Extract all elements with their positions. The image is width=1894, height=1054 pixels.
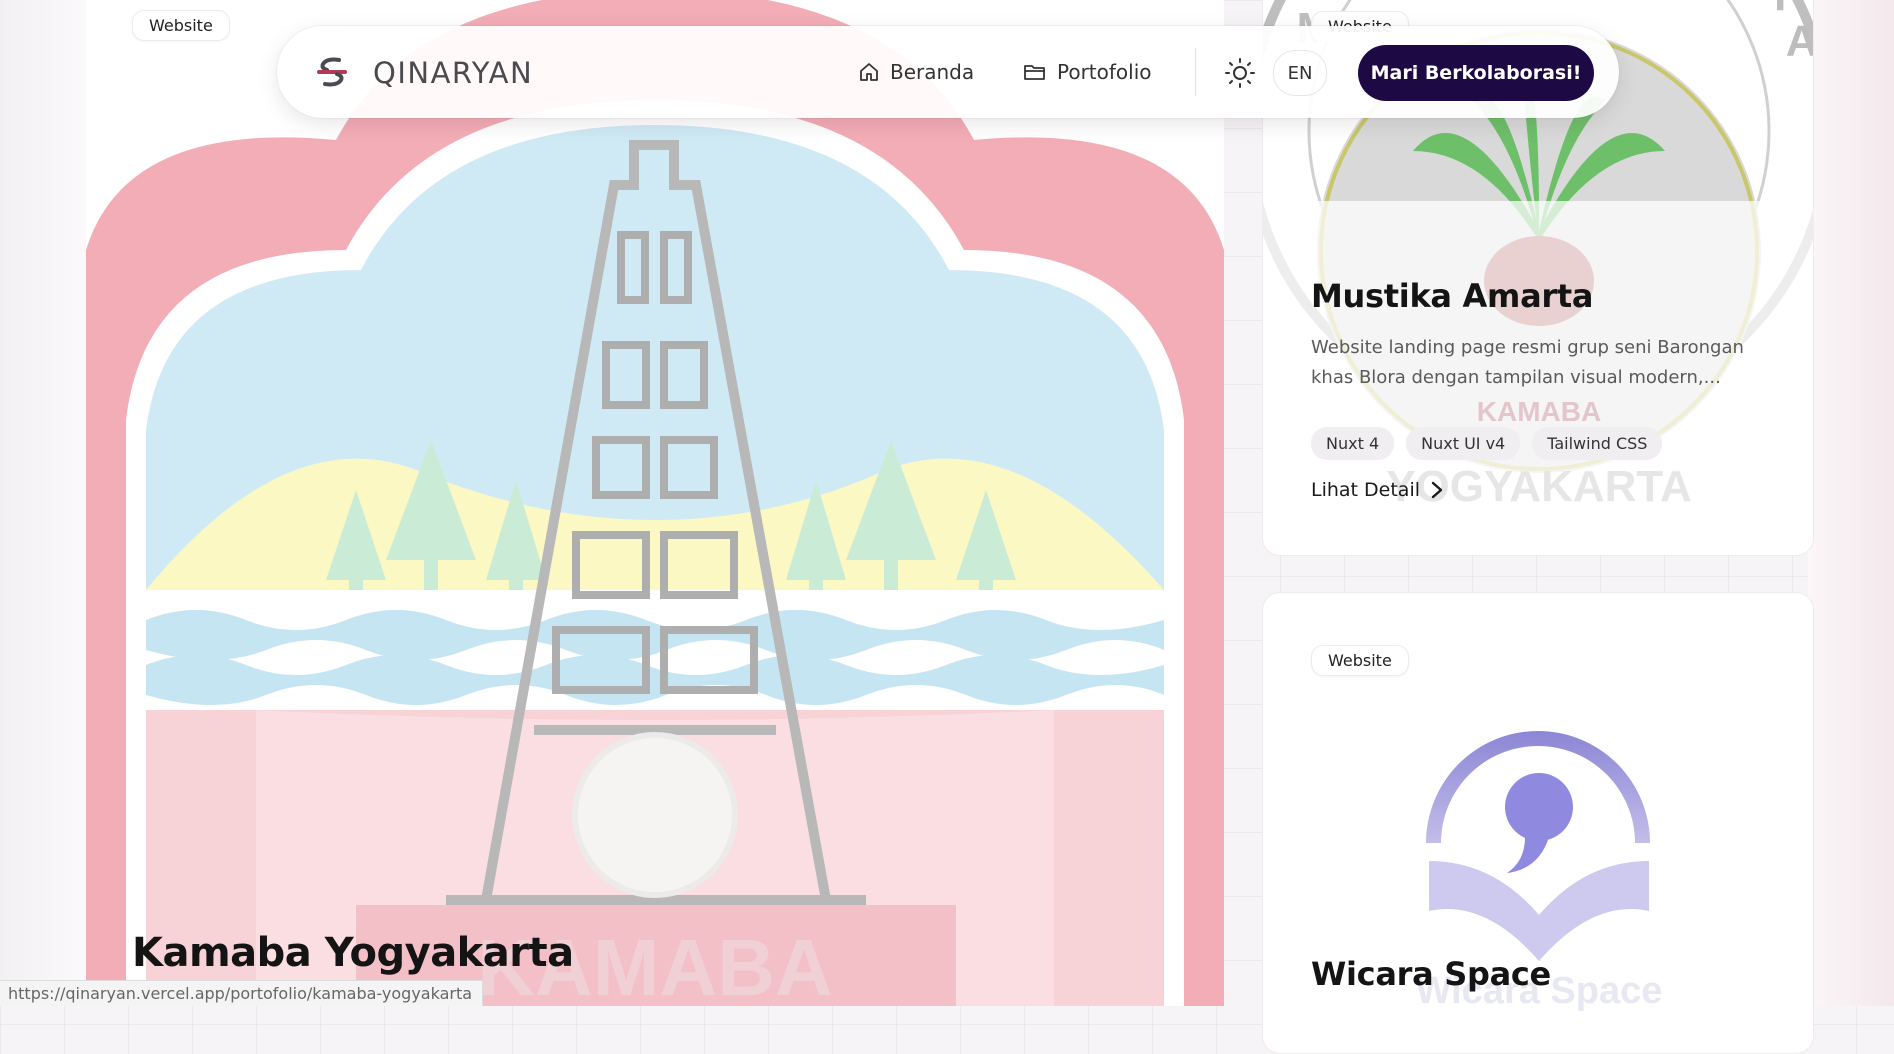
qinaryan-logo-icon[interactable] xyxy=(315,54,349,90)
detail-link[interactable]: Lihat Detail xyxy=(1311,479,1444,501)
sun-icon[interactable] xyxy=(1223,56,1257,90)
category-badge: Website xyxy=(132,10,230,41)
nav-divider xyxy=(1195,48,1196,96)
tag-nuxt: Nuxt 4 xyxy=(1311,427,1395,460)
status-bar-url: https://qinaryan.vercel.app/portofolio/k… xyxy=(0,980,484,1006)
navbar: QINARYAN Beranda Portofolio EN Mari Berk… xyxy=(277,26,1619,118)
background-left xyxy=(0,0,86,1006)
nav-beranda[interactable]: Beranda xyxy=(858,60,974,84)
language-toggle[interactable]: EN xyxy=(1273,50,1327,96)
home-icon xyxy=(860,63,878,81)
detail-link-label: Lihat Detail xyxy=(1311,479,1421,501)
project-card-kamaba[interactable]: KAMABA Website Kamaba Yogyakarta xyxy=(86,0,1224,1006)
project-title[interactable]: Kamaba Yogyakarta xyxy=(132,930,574,976)
project-list: MUSTIKA AMARTA KAMABA YOGYAKARTA Website… xyxy=(1262,0,1814,1054)
chevron-right-icon xyxy=(1431,481,1443,499)
project-title[interactable]: Wicara Space xyxy=(1311,955,1551,993)
tag-nuxt-ui: Nuxt UI v4 xyxy=(1406,427,1521,460)
nav-portofolio-label: Portofolio xyxy=(1057,60,1152,84)
nav-beranda-label: Beranda xyxy=(890,60,975,84)
nav-portofolio[interactable]: Portofolio xyxy=(1023,60,1152,84)
folder-icon xyxy=(1024,65,1045,80)
project-description: Website landing page resmi grup seni Bar… xyxy=(1311,337,1744,388)
brand-name[interactable]: QINARYAN xyxy=(373,56,533,90)
collaborate-button[interactable]: Mari Berkolaborasi! xyxy=(1358,45,1594,101)
kamaba-emblem-image: KAMABA xyxy=(86,0,1224,1006)
svg-text:KAMABA: KAMABA xyxy=(1477,396,1601,427)
background-right xyxy=(1808,0,1894,1006)
tech-tags: Nuxt 4 Nuxt UI v4 Tailwind CSS xyxy=(1311,427,1663,460)
project-title[interactable]: Mustika Amarta xyxy=(1311,277,1593,315)
project-card-wicara-space[interactable]: Website Wicara Space Wicara Space xyxy=(1262,592,1814,1054)
tag-tailwind: Tailwind CSS xyxy=(1532,427,1663,460)
